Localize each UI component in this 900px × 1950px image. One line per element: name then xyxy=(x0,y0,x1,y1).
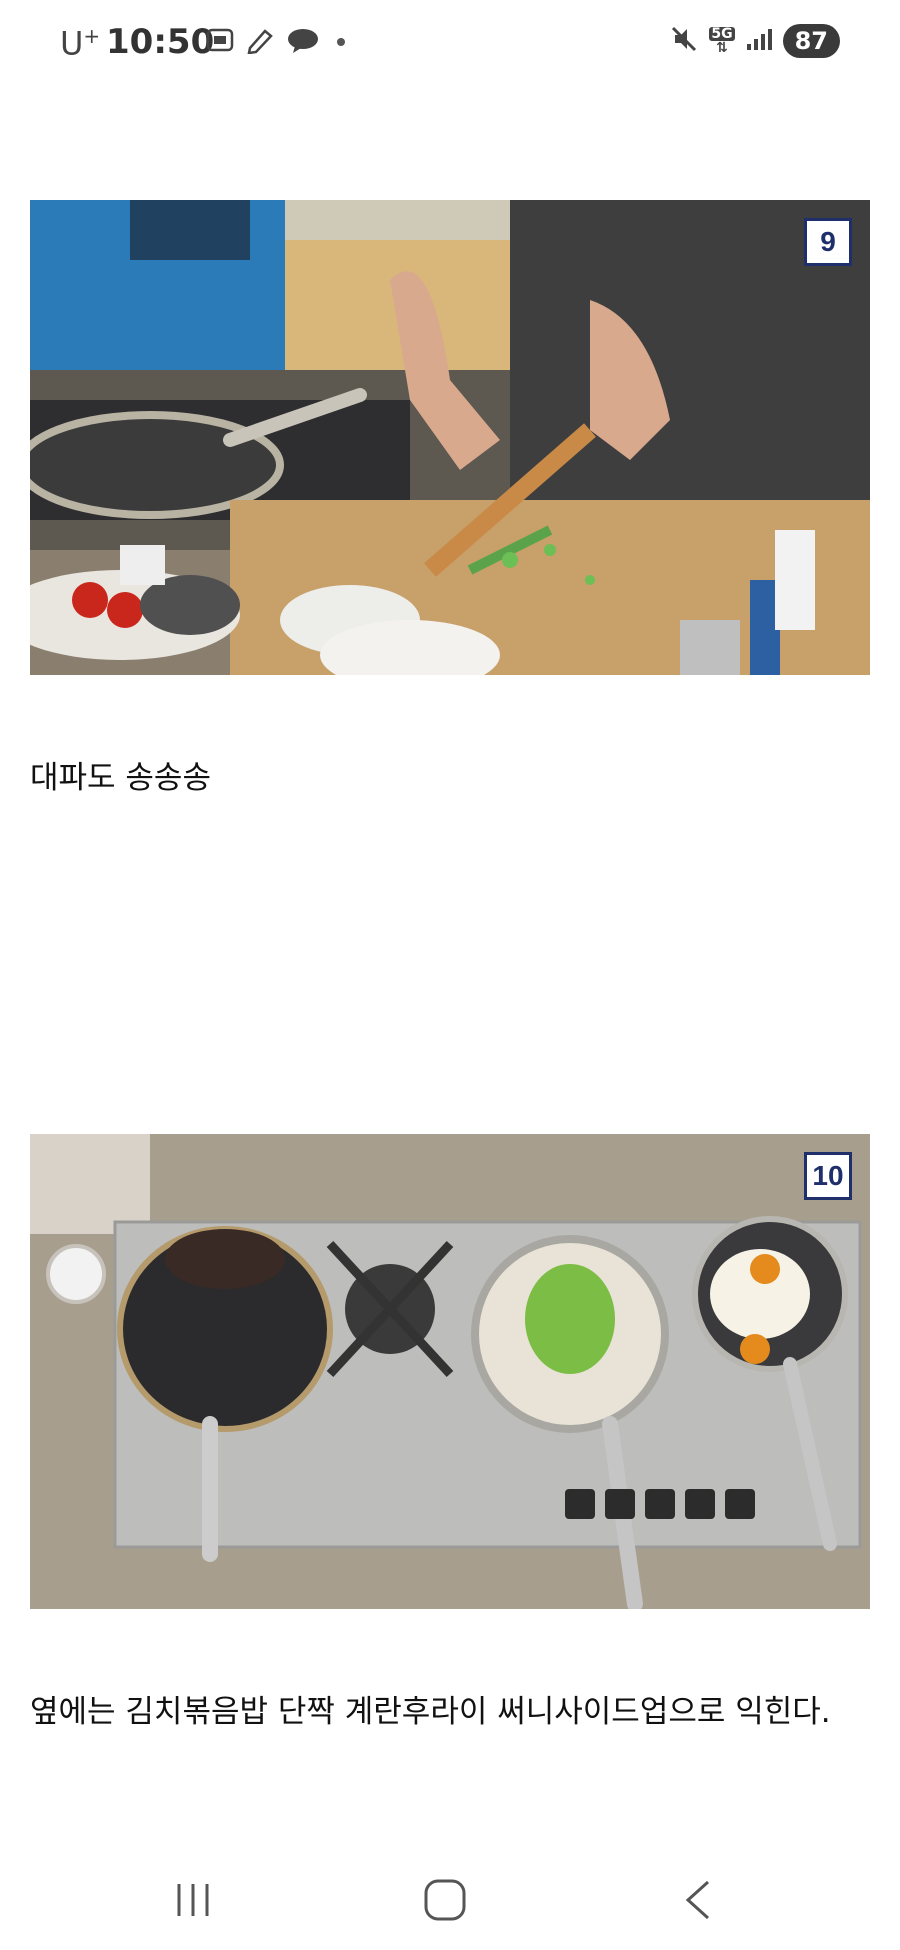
network-label: 5G xyxy=(709,26,735,42)
photo-number-badge: 9 xyxy=(804,218,852,266)
battery-indicator: 87 xyxy=(782,24,840,58)
navigation-bar xyxy=(0,1850,900,1950)
chopping-photo-illustration xyxy=(30,200,870,675)
recent-apps-icon xyxy=(177,1884,209,1916)
chat-icon xyxy=(285,26,321,58)
mute-icon xyxy=(669,24,699,58)
carrier-label: U+ xyxy=(60,24,101,63)
home-icon xyxy=(424,1879,466,1921)
5g-icon: 5G ⇅ xyxy=(709,26,735,56)
dot-icon xyxy=(337,38,345,46)
photo-caption: 옆에는 김치볶음밥 단짝 계란후라이 써니사이드업으로 익힌다. xyxy=(30,1694,831,1730)
photo-number-badge: 10 xyxy=(804,1152,852,1200)
signal-icon xyxy=(745,26,773,56)
back-icon xyxy=(685,1880,710,1920)
status-bar: U+ 10:50 5G ⇅ 87 xyxy=(0,0,900,90)
stovetop-photo-illustration xyxy=(30,1134,870,1609)
home-button[interactable] xyxy=(405,1870,485,1930)
recent-apps-button[interactable] xyxy=(153,1870,233,1930)
back-button[interactable] xyxy=(658,1870,738,1930)
pen-icon xyxy=(245,26,275,58)
photo-caption: 대파도 송송송 xyxy=(30,760,211,796)
clock: 10:50 xyxy=(106,22,215,62)
article-photo: 9 xyxy=(30,200,870,675)
article-photo: 10 xyxy=(30,1134,870,1609)
screenshot-icon xyxy=(205,26,235,58)
